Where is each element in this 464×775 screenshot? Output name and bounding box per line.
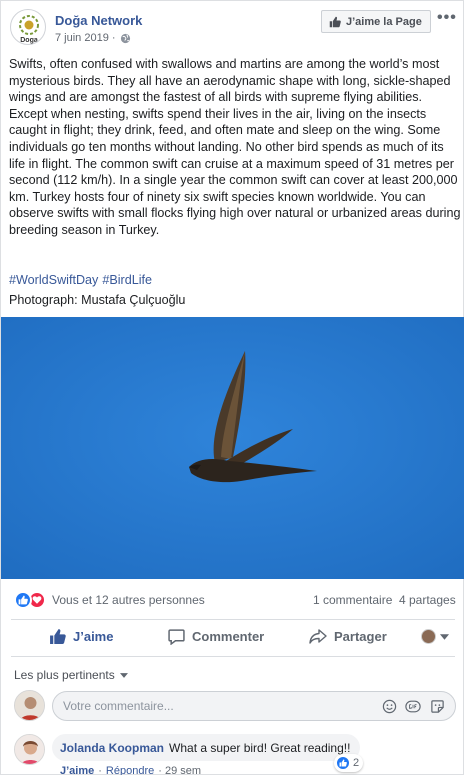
reactions-count[interactable]: Vous et 12 autres personnes (52, 593, 205, 607)
comment-button[interactable]: Commenter (168, 628, 264, 645)
comment-author-link[interactable]: Jolanda Koopman (60, 741, 164, 755)
chevron-down-icon (440, 633, 449, 640)
swift-bird-image (1, 317, 464, 579)
share-label: Partager (334, 628, 387, 644)
like-button[interactable]: J’aime (49, 628, 113, 645)
user-photo-icon (15, 691, 44, 720)
separator: · (98, 765, 102, 775)
like-reaction-icon (336, 756, 350, 770)
post-body: Swifts, often confused with swallows and… (9, 56, 461, 239)
share-button[interactable]: Partager (309, 628, 387, 644)
comment-sort-dropdown[interactable]: Les plus pertinents (14, 668, 128, 682)
post-card: Doga Doğa Network 7 juin 2019 · J’aime l… (0, 0, 464, 775)
thumbs-up-icon (329, 16, 341, 27)
page-name-link[interactable]: Doğa Network (55, 13, 142, 28)
emoji-icon[interactable] (381, 698, 397, 714)
shares-count[interactable]: 4 partages (399, 593, 456, 607)
post-date[interactable]: 7 juin 2019 · (55, 32, 116, 44)
sticker-icon[interactable] (429, 698, 445, 714)
photo-credit: Photograph: Mustafa Çulçuoğlu (9, 293, 186, 307)
page-avatar[interactable]: Doga (10, 9, 46, 45)
comment-actions: J’aime · Répondre · 29 sem (60, 765, 201, 775)
globe-icon[interactable] (120, 33, 131, 44)
comment-reaction-count: 2 (353, 757, 360, 769)
like-label: J’aime (73, 629, 114, 644)
composer-tools (381, 698, 445, 714)
page-logo-icon: Doga (19, 15, 39, 44)
thumbs-up-icon (50, 629, 66, 644)
commenter-avatar[interactable] (14, 734, 45, 765)
reaction-as-selector[interactable] (421, 629, 449, 644)
reactions-summary: Vous et 12 autres personnes 1 commentair… (1, 579, 464, 619)
post-meta: 7 juin 2019 · (55, 32, 131, 44)
post-header: Doga Doğa Network 7 juin 2019 · J’aime l… (1, 1, 464, 53)
comment-icon (168, 629, 185, 645)
comment-reply-link[interactable]: Répondre (106, 765, 154, 775)
comment-reaction-badge[interactable]: 2 (334, 754, 364, 772)
sort-label: Les plus pertinents (14, 668, 115, 682)
like-page-button[interactable]: J’aime la Page (321, 10, 431, 33)
comment-input[interactable]: Votre commentaire... (52, 691, 456, 721)
hashtag-link[interactable]: #WorldSwiftDay (9, 273, 98, 287)
like-reaction-icon (14, 591, 32, 609)
post-photo[interactable] (1, 317, 464, 579)
comment-placeholder: Votre commentaire... (63, 699, 174, 713)
comment-text: What a super bird! Great reading!! (169, 740, 351, 755)
hashtags: #WorldSwiftDay #BirdLife (9, 273, 156, 287)
comment-bubble: Jolanda Koopman What a super bird! Great… (52, 734, 361, 761)
comment-time[interactable]: · 29 sem (158, 765, 201, 775)
comment-label: Commenter (192, 629, 265, 644)
comment-like-link[interactable]: J’aime (60, 765, 94, 775)
comments-count[interactable]: 1 commentaire (313, 593, 392, 607)
post-actions: J’aime Commenter Partager (11, 619, 455, 657)
share-icon (309, 629, 327, 644)
like-page-label: J’aime la Page (346, 15, 422, 28)
chevron-down-icon (119, 672, 128, 678)
reaction-icons[interactable] (14, 591, 46, 609)
more-options-icon[interactable]: ••• (437, 9, 457, 27)
hashtag-link[interactable]: #BirdLife (102, 273, 152, 287)
user-photo-icon (15, 735, 44, 764)
logo-wordmark: Doga (20, 37, 38, 44)
gif-icon[interactable] (405, 698, 421, 714)
user-avatar (421, 629, 436, 644)
post-text: Swifts, often confused with swallows and… (9, 57, 461, 237)
current-user-avatar[interactable] (14, 690, 45, 721)
